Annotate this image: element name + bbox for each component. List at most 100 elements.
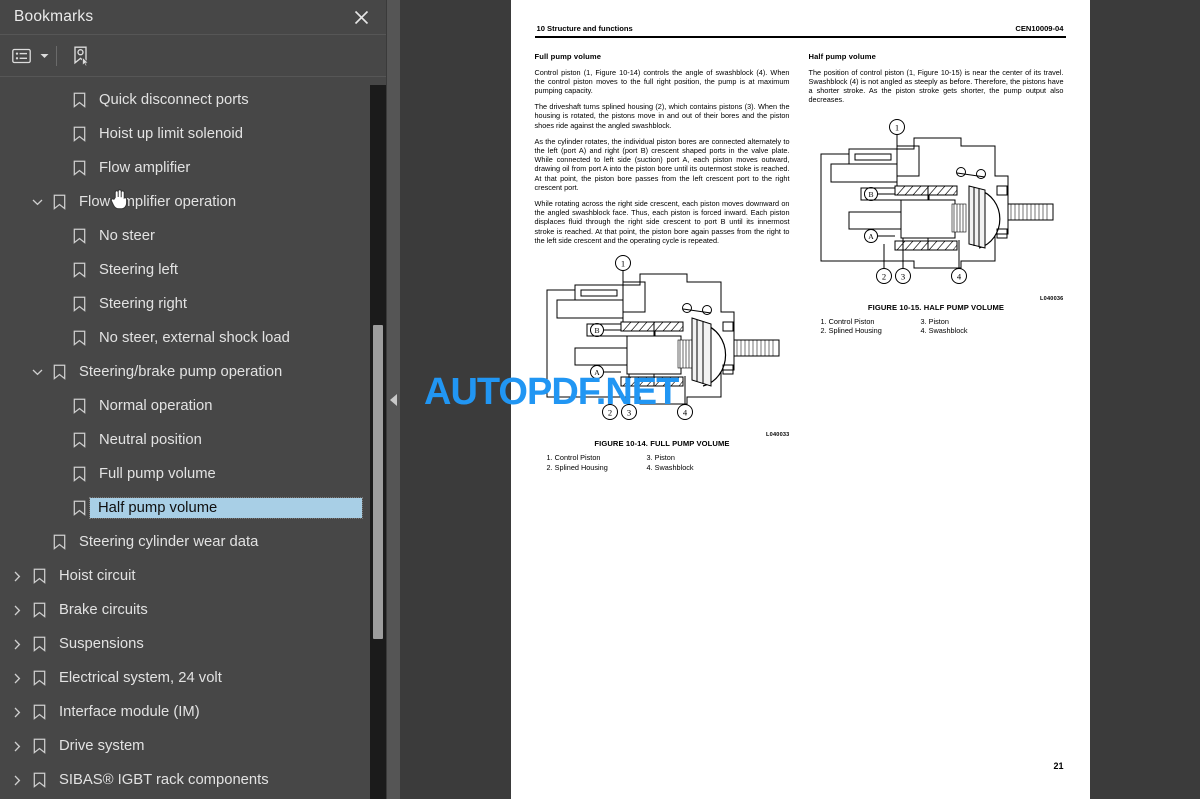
bookmark-item-label: Full pump volume (99, 466, 216, 482)
bookmark-item[interactable]: Quick disconnect ports (0, 83, 386, 117)
bookmark-item[interactable]: No steer, external shock load (0, 321, 386, 355)
bookmark-icon (68, 160, 90, 176)
bookmark-icon (28, 568, 50, 584)
bookmark-item[interactable]: Hoist up limit solenoid (0, 117, 386, 151)
bookmark-item-label: Neutral position (99, 432, 202, 448)
twisty-placeholder (46, 435, 68, 446)
bookmarks-panel: Bookmarks Quick disconnect ports Hoist u… (0, 0, 386, 799)
svg-text:4: 4 (956, 272, 961, 282)
bookmark-item[interactable]: Normal operation (0, 389, 386, 423)
twisty-placeholder (46, 95, 68, 106)
bookmark-item[interactable]: Drive system (0, 729, 386, 763)
bookmark-item-label: Hoist circuit (59, 568, 136, 584)
bookmark-icon (68, 398, 90, 414)
bookmark-item[interactable]: Steering right (0, 287, 386, 321)
svg-text:2: 2 (881, 272, 885, 282)
legend-item: 1. Control Piston (546, 453, 601, 463)
twisty-placeholder (46, 333, 68, 344)
bookmark-icon (68, 500, 90, 516)
bookmark-item[interactable]: Steering/brake pump operation (0, 355, 386, 389)
sidebar-scrollbar-thumb[interactable] (373, 325, 383, 639)
chevron-right-icon[interactable] (6, 707, 28, 718)
legend-item: 2. Splined Housing (546, 462, 608, 472)
twisty-placeholder (46, 129, 68, 140)
sidebar-scrollbar[interactable] (370, 85, 386, 799)
bookmark-item[interactable]: Full pump volume (0, 457, 386, 491)
bookmark-item-label: Hoist up limit solenoid (99, 126, 243, 142)
chevron-right-icon[interactable] (6, 673, 28, 684)
bookmark-item[interactable]: Steering left (0, 253, 386, 287)
bookmark-icon (68, 330, 90, 346)
figure-legend: 1. Control Piston 2. Splined Housing 3. … (809, 317, 1064, 336)
figure-caption: FIGURE 10-14. FULL PUMP VOLUME (594, 439, 730, 449)
bookmark-item[interactable]: Flow amplifier (0, 151, 386, 185)
bookmarks-tree: Quick disconnect ports Hoist up limit sol… (0, 83, 386, 797)
left-column: Full pump volume Control piston (1, Figu… (535, 52, 790, 472)
bookmark-item[interactable]: Hoist circuit (0, 559, 386, 593)
bookmarks-scroll-area[interactable]: Quick disconnect ports Hoist up limit sol… (0, 77, 386, 799)
bookmark-icon (68, 296, 90, 312)
bookmark-item[interactable]: Electrical system, 24 volt (0, 661, 386, 695)
figure-legend: 1. Control Piston 2. Splined Housing 3. … (535, 453, 790, 472)
panel-collapse-handle[interactable] (386, 0, 400, 799)
document-viewer[interactable]: 10 Structure and functions CEN10009-04 F… (400, 0, 1200, 799)
svg-text:A: A (594, 368, 600, 377)
bookmark-item[interactable]: Interface module (IM) (0, 695, 386, 729)
page-number: 21 (1053, 761, 1064, 771)
right-column-body: The position of control piston (1, Figur… (809, 68, 1064, 104)
chevron-down-icon[interactable] (26, 368, 48, 376)
chevron-right-icon[interactable] (6, 605, 28, 616)
bookmark-item[interactable]: SIBAS® IGBT rack components (0, 763, 386, 797)
figure-code: L040036 (1040, 295, 1064, 302)
bookmark-item-label: Brake circuits (59, 602, 148, 618)
bookmark-icon (68, 92, 90, 108)
close-icon[interactable] (348, 4, 374, 30)
bookmark-item[interactable]: Neutral position (0, 423, 386, 457)
bookmark-icon (48, 194, 70, 210)
legend-item: 3. Piston (920, 316, 949, 326)
chevron-right-icon[interactable] (6, 741, 28, 752)
chevron-down-icon[interactable] (26, 198, 48, 206)
chevron-right-icon[interactable] (6, 571, 28, 582)
bookmark-item-label: Steering left (99, 262, 178, 278)
chevron-down-icon[interactable] (36, 41, 52, 71)
page-header-right: CEN10009-04 (1015, 24, 1064, 33)
bookmark-item[interactable]: Steering cylinder wear data (0, 525, 386, 559)
bookmark-item-label: Drive system (59, 738, 145, 754)
bookmark-item[interactable]: Suspensions (0, 627, 386, 661)
legend-item: 4. Swashblock (920, 326, 968, 336)
bookmarks-toolbar (0, 35, 386, 77)
bookmark-icon (48, 534, 70, 550)
twisty-placeholder (46, 401, 68, 412)
bookmark-item[interactable]: Brake circuits (0, 593, 386, 627)
chevron-right-icon[interactable] (6, 639, 28, 650)
right-column: Half pump volume The position of control… (809, 52, 1064, 472)
bookmark-icon (28, 772, 50, 788)
panel-title: Bookmarks (14, 8, 94, 25)
bookmark-icon (28, 602, 50, 618)
twisty-placeholder (46, 299, 68, 310)
page-header-rule (534, 36, 1066, 38)
bookmark-icon (48, 364, 70, 380)
new-bookmark-icon[interactable] (65, 41, 97, 71)
bookmark-item-label: Normal operation (99, 398, 213, 414)
bookmark-item[interactable]: Half pump volume (0, 491, 386, 525)
bookmark-item-label: Electrical system, 24 volt (59, 670, 222, 686)
chevron-right-icon[interactable] (6, 775, 28, 786)
bookmark-item-label: Suspensions (59, 636, 144, 652)
bookmark-item[interactable]: Flow amplifier operation (0, 185, 386, 219)
twisty-placeholder (46, 163, 68, 174)
svg-text:2: 2 (607, 408, 611, 418)
bookmark-item[interactable]: No steer (0, 219, 386, 253)
list-options-icon[interactable] (6, 41, 36, 71)
legend-item: 3. Piston (646, 453, 675, 463)
bookmark-item-label: Flow amplifier operation (79, 194, 237, 210)
bookmark-item-label: Steering right (99, 296, 188, 312)
svg-text:4: 4 (682, 408, 687, 418)
pump-cross-section-diagram: 1 B A 2 3 4 (820, 118, 1053, 284)
twisty-placeholder (26, 537, 48, 548)
svg-text:1: 1 (894, 123, 898, 133)
twisty-placeholder (46, 469, 68, 480)
bookmark-item-label: Interface module (IM) (59, 704, 200, 720)
body-paragraph: While rotating across the right side cre… (534, 199, 790, 245)
